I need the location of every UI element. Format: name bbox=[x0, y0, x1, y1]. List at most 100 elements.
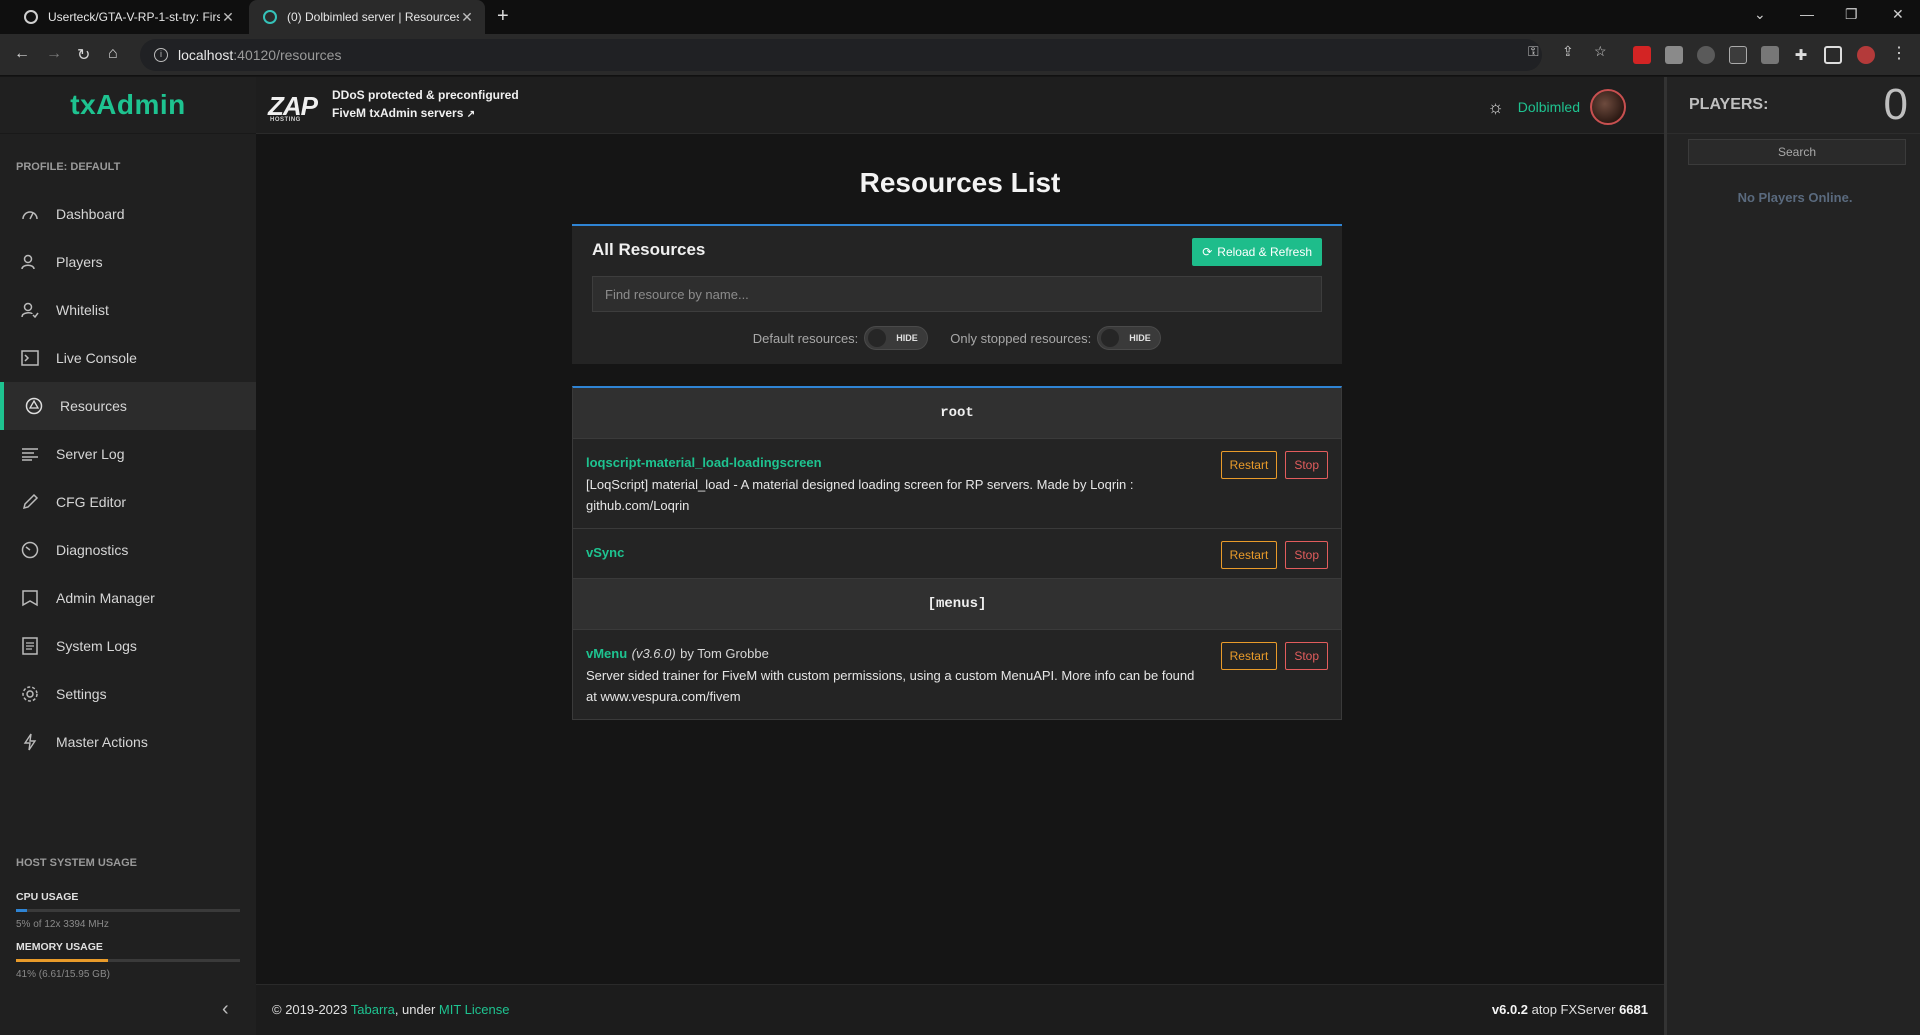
share-icon[interactable]: ⇪ bbox=[1562, 43, 1574, 60]
profile-avatar-icon[interactable] bbox=[1857, 46, 1875, 64]
theme-toggle-sun-icon[interactable]: ☼ bbox=[1487, 97, 1504, 118]
sidebar-item-admin-manager[interactable]: Admin Manager bbox=[0, 574, 256, 622]
toggle-knob bbox=[868, 329, 887, 347]
key-icon[interactable]: ⚿ bbox=[1528, 43, 1539, 60]
default-resources-label: Default resources: bbox=[752, 330, 859, 346]
host-usage-panel: HOST SYSTEM USAGE CPU USAGE 5% of 12x 33… bbox=[16, 857, 240, 991]
star-icon[interactable]: ☆ bbox=[1594, 43, 1607, 60]
sidebar-item-live-console[interactable]: Live Console bbox=[0, 334, 256, 382]
list-icon bbox=[20, 445, 40, 463]
sidebar-item-label: Live Console bbox=[56, 350, 137, 366]
zap-hosting-logo[interactable]: ZAP HOSTING bbox=[268, 91, 318, 123]
copyright-text: © 2019-2023 bbox=[272, 1002, 351, 1017]
shield-icon bbox=[20, 589, 40, 607]
fxserver-build: 6681 bbox=[1619, 1002, 1648, 1017]
sidebar-item-label: Admin Manager bbox=[56, 590, 155, 606]
browser-tab-resources[interactable]: (0) Dolbimled server | Resources ✕ bbox=[249, 0, 485, 34]
sidebar-item-system-logs[interactable]: System Logs bbox=[0, 622, 256, 670]
sidebar-item-resources[interactable]: Resources bbox=[0, 382, 256, 430]
extension-icon[interactable] bbox=[1729, 46, 1747, 64]
avatar[interactable] bbox=[1590, 89, 1626, 125]
stop-button[interactable]: Stop bbox=[1285, 451, 1328, 479]
resource-row: loqscript-material_load-loadingscreen [L… bbox=[573, 439, 1341, 529]
reload-refresh-label: Reload & Refresh bbox=[1217, 245, 1312, 259]
url-path: :40120/resources bbox=[233, 47, 342, 63]
back-icon[interactable]: ← bbox=[14, 45, 30, 63]
txadmin-logo[interactable]: txAdmin bbox=[0, 77, 256, 134]
minimize-icon[interactable]: — bbox=[1800, 6, 1814, 22]
site-info-icon[interactable]: i bbox=[154, 48, 168, 62]
sidebar-item-cfg-editor[interactable]: CFG Editor bbox=[0, 478, 256, 526]
sidebar-item-server-log[interactable]: Server Log bbox=[0, 430, 256, 478]
extension-icon[interactable] bbox=[1761, 46, 1779, 64]
sidebar-item-whitelist[interactable]: Whitelist bbox=[0, 286, 256, 334]
terminal-icon bbox=[20, 349, 40, 367]
sidebar-item-label: CFG Editor bbox=[56, 494, 127, 510]
browser-tab-github[interactable]: Userteck/GTA-V-RP-1-st-try: First ✕ bbox=[10, 0, 246, 34]
under-text: , under bbox=[394, 1002, 439, 1017]
reload-icon[interactable]: ↻ bbox=[77, 45, 90, 65]
restart-button[interactable]: Restart bbox=[1220, 642, 1278, 670]
sidebar-item-label: Whitelist bbox=[56, 302, 109, 318]
resource-author: by Tom Grobbe bbox=[680, 646, 769, 661]
sidebar-item-diagnostics[interactable]: Diagnostics bbox=[0, 526, 256, 574]
puzzle-icon[interactable]: ✚ bbox=[1792, 46, 1810, 64]
stop-button[interactable]: Stop bbox=[1285, 642, 1328, 670]
kebab-menu-icon[interactable]: ⋮ bbox=[1890, 46, 1908, 64]
sidebar-item-label: System Logs bbox=[56, 638, 137, 654]
page-title: Resources List bbox=[859, 167, 1061, 198]
dashboard-icon bbox=[20, 205, 40, 223]
author-link[interactable]: Tabarra bbox=[351, 1002, 395, 1017]
resource-actions: Restart Stop bbox=[1220, 541, 1328, 569]
sidepanel-icon[interactable] bbox=[1824, 46, 1842, 64]
sidebar-item-label: Diagnostics bbox=[56, 542, 129, 558]
sidebar-item-settings[interactable]: Settings bbox=[0, 670, 256, 718]
restore-icon[interactable]: ❐ bbox=[1845, 6, 1858, 23]
memory-usage-label: MEMORY USAGE bbox=[16, 941, 103, 953]
all-resources-title: All Resources bbox=[592, 240, 706, 259]
username-link[interactable]: Dolbimled bbox=[1518, 99, 1580, 115]
reload-refresh-button[interactable]: ⟳ Reload & Refresh bbox=[1192, 238, 1322, 266]
license-link[interactable]: MIT License bbox=[439, 1002, 510, 1017]
promo-link[interactable]: DDoS protected & preconfigured FiveM txA… bbox=[332, 86, 519, 124]
main-content: Resources List All Resources ⟳ Reload & … bbox=[256, 134, 1664, 984]
collapse-sidebar-icon[interactable]: ‹ bbox=[222, 998, 229, 1021]
players-panel: PLAYERS: 0 No Players Online. bbox=[1664, 77, 1920, 1035]
stopped-resources-toggle[interactable]: HIDE bbox=[1097, 326, 1162, 350]
tab-search-icon[interactable]: ⌄ bbox=[1754, 6, 1766, 23]
all-resources-card: All Resources ⟳ Reload & Refresh Default… bbox=[572, 224, 1342, 364]
url-field[interactable]: i localhost:40120/resources bbox=[140, 39, 1542, 71]
restart-button[interactable]: Restart bbox=[1220, 451, 1278, 479]
extension-icon[interactable] bbox=[1697, 46, 1715, 64]
stop-button[interactable]: Stop bbox=[1285, 541, 1328, 569]
default-resources-toggle[interactable]: HIDE bbox=[864, 326, 929, 350]
sidebar-item-label: Settings bbox=[56, 686, 107, 702]
sidebar-item-dashboard[interactable]: Dashboard bbox=[0, 190, 256, 238]
gauge-icon bbox=[20, 541, 40, 559]
toggle-state: HIDE bbox=[1129, 333, 1151, 343]
sidebar-item-label: Server Log bbox=[56, 446, 125, 462]
close-tab-icon[interactable]: ✕ bbox=[220, 9, 236, 26]
cpu-usage-bar bbox=[16, 909, 240, 912]
extension-icon[interactable] bbox=[1633, 46, 1651, 64]
new-tab-icon[interactable]: + bbox=[497, 5, 509, 28]
extension-icon[interactable] bbox=[1665, 46, 1683, 64]
restart-button[interactable]: Restart bbox=[1220, 541, 1278, 569]
resource-description: Server sided trainer for FiveM with cust… bbox=[586, 668, 1195, 704]
cpu-usage-label: CPU USAGE bbox=[16, 891, 79, 903]
footer-copyright: © 2019-2023 Tabarra, under MIT License bbox=[272, 1002, 510, 1017]
player-search-input[interactable] bbox=[1688, 139, 1906, 165]
close-window-icon[interactable]: ✕ bbox=[1892, 6, 1904, 23]
stopped-resources-label: Only stopped resources: bbox=[950, 330, 1092, 346]
memory-usage-fill bbox=[16, 959, 108, 962]
close-tab-icon[interactable]: ✕ bbox=[459, 9, 475, 26]
sidebar-item-master-actions[interactable]: Master Actions bbox=[0, 718, 256, 766]
players-label: PLAYERS: bbox=[1689, 96, 1769, 113]
atop-text: atop FXServer bbox=[1528, 1002, 1620, 1017]
home-icon[interactable]: ⌂ bbox=[108, 45, 118, 63]
resource-version: (v3.6.0) bbox=[631, 646, 676, 661]
resource-search-input[interactable] bbox=[592, 276, 1322, 312]
sidebar-item-players[interactable]: Players bbox=[0, 238, 256, 286]
github-icon bbox=[24, 10, 38, 24]
forward-icon[interactable]: → bbox=[46, 45, 62, 63]
